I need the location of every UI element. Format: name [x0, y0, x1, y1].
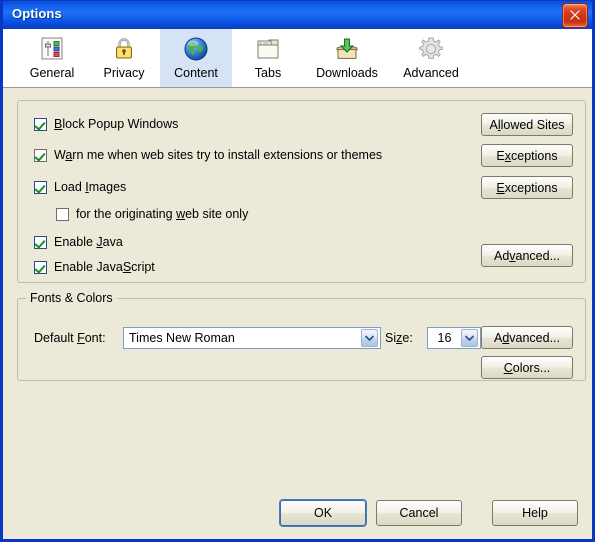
checkbox-block-popup-windows[interactable] — [34, 117, 47, 131]
checkbox-row-load-images[interactable]: Load Images — [34, 180, 126, 194]
checkbox-row-originating-site-only[interactable]: for the originating web site only — [56, 207, 248, 221]
globe-icon — [181, 33, 211, 65]
checkbox-row-warn-install-extensions[interactable]: Warn me when web sites try to install ex… — [34, 148, 382, 162]
close-icon[interactable] — [562, 3, 588, 28]
options-tabstrip: General Privacy Content Tabs Downloads A… — [3, 29, 592, 88]
exceptions-button-images[interactable]: Exceptions — [481, 176, 573, 199]
checkbox-row-enable-java[interactable]: Enable Java — [34, 235, 123, 249]
tabs-icon — [253, 33, 283, 65]
javascript-advanced-button[interactable]: Advanced... — [481, 244, 573, 267]
checkbox-row-block-popup-windows[interactable]: Block Popup Windows — [34, 117, 178, 131]
chevron-down-icon[interactable] — [461, 329, 478, 347]
font-size-select[interactable]: 16 — [427, 327, 481, 349]
tab-privacy[interactable]: Privacy — [88, 29, 160, 87]
checkbox-label-enable-javascript: Enable JavaScript — [54, 260, 155, 274]
window-title: Options — [12, 6, 62, 21]
options-content-pane: Block Popup Windows Warn me when web sit… — [3, 88, 592, 538]
padlock-icon — [109, 33, 139, 65]
download-box-icon — [332, 33, 362, 65]
checkbox-row-enable-javascript[interactable]: Enable JavaScript — [34, 260, 155, 274]
font-size-value: 16 — [437, 331, 452, 345]
checkbox-warn-install-extensions[interactable] — [34, 148, 47, 162]
checkbox-originating-site-only[interactable] — [56, 207, 69, 221]
default-font-value: Times New Roman — [129, 331, 235, 345]
content-settings-group: Block Popup Windows Warn me when web sit… — [17, 100, 586, 283]
checkbox-enable-java[interactable] — [34, 235, 47, 249]
tab-tabs-label: Tabs — [254, 66, 282, 80]
exceptions-button-extensions[interactable]: Exceptions — [481, 144, 573, 167]
checkbox-load-images[interactable] — [34, 180, 47, 194]
ok-button[interactable]: OK — [280, 500, 366, 526]
fonts-advanced-button[interactable]: Advanced... — [481, 326, 573, 349]
checkbox-label-warn-install-extensions: Warn me when web sites try to install ex… — [54, 148, 383, 162]
default-font-label: Default Font: — [34, 331, 106, 345]
options-dialog-window: Options General Privacy Content Tabs Dow… — [0, 0, 595, 542]
checkbox-label-originating-site-only: for the originating web site only — [76, 207, 249, 221]
gear-icon — [416, 33, 446, 65]
title-bar: Options — [3, 0, 592, 29]
tab-advanced[interactable]: Advanced — [390, 29, 472, 87]
font-size-label: Size: — [385, 331, 413, 345]
tab-advanced-label: Advanced — [403, 66, 459, 80]
checkbox-label-enable-java: Enable Java — [54, 235, 123, 249]
fonts-and-colors-group: Fonts & Colors Default Font: Times New R… — [17, 291, 586, 381]
dialog-footer: OK Cancel Help — [3, 500, 592, 526]
tab-content[interactable]: Content — [160, 29, 232, 87]
tab-downloads[interactable]: Downloads — [304, 29, 390, 87]
tab-content-label: Content — [174, 66, 218, 80]
checkbox-enable-javascript[interactable] — [34, 260, 47, 274]
tab-general-label: General — [29, 66, 75, 80]
tab-downloads-label: Downloads — [316, 66, 378, 80]
allowed-sites-button[interactable]: Allowed Sites — [481, 113, 573, 136]
help-button[interactable]: Help — [492, 500, 578, 526]
checkbox-label-block-popup-windows: Block Popup Windows — [54, 117, 179, 131]
checkbox-label-load-images: Load Images — [54, 180, 127, 194]
colors-button[interactable]: Colors... — [481, 356, 573, 379]
tab-privacy-label: Privacy — [103, 66, 145, 80]
fonts-and-colors-legend: Fonts & Colors — [30, 291, 113, 305]
default-font-select[interactable]: Times New Roman — [123, 327, 381, 349]
chevron-down-icon[interactable] — [361, 329, 378, 347]
tab-general[interactable]: General — [16, 29, 88, 87]
cancel-button[interactable]: Cancel — [376, 500, 462, 526]
sliders-icon — [37, 33, 67, 65]
tab-tabs[interactable]: Tabs — [232, 29, 304, 87]
